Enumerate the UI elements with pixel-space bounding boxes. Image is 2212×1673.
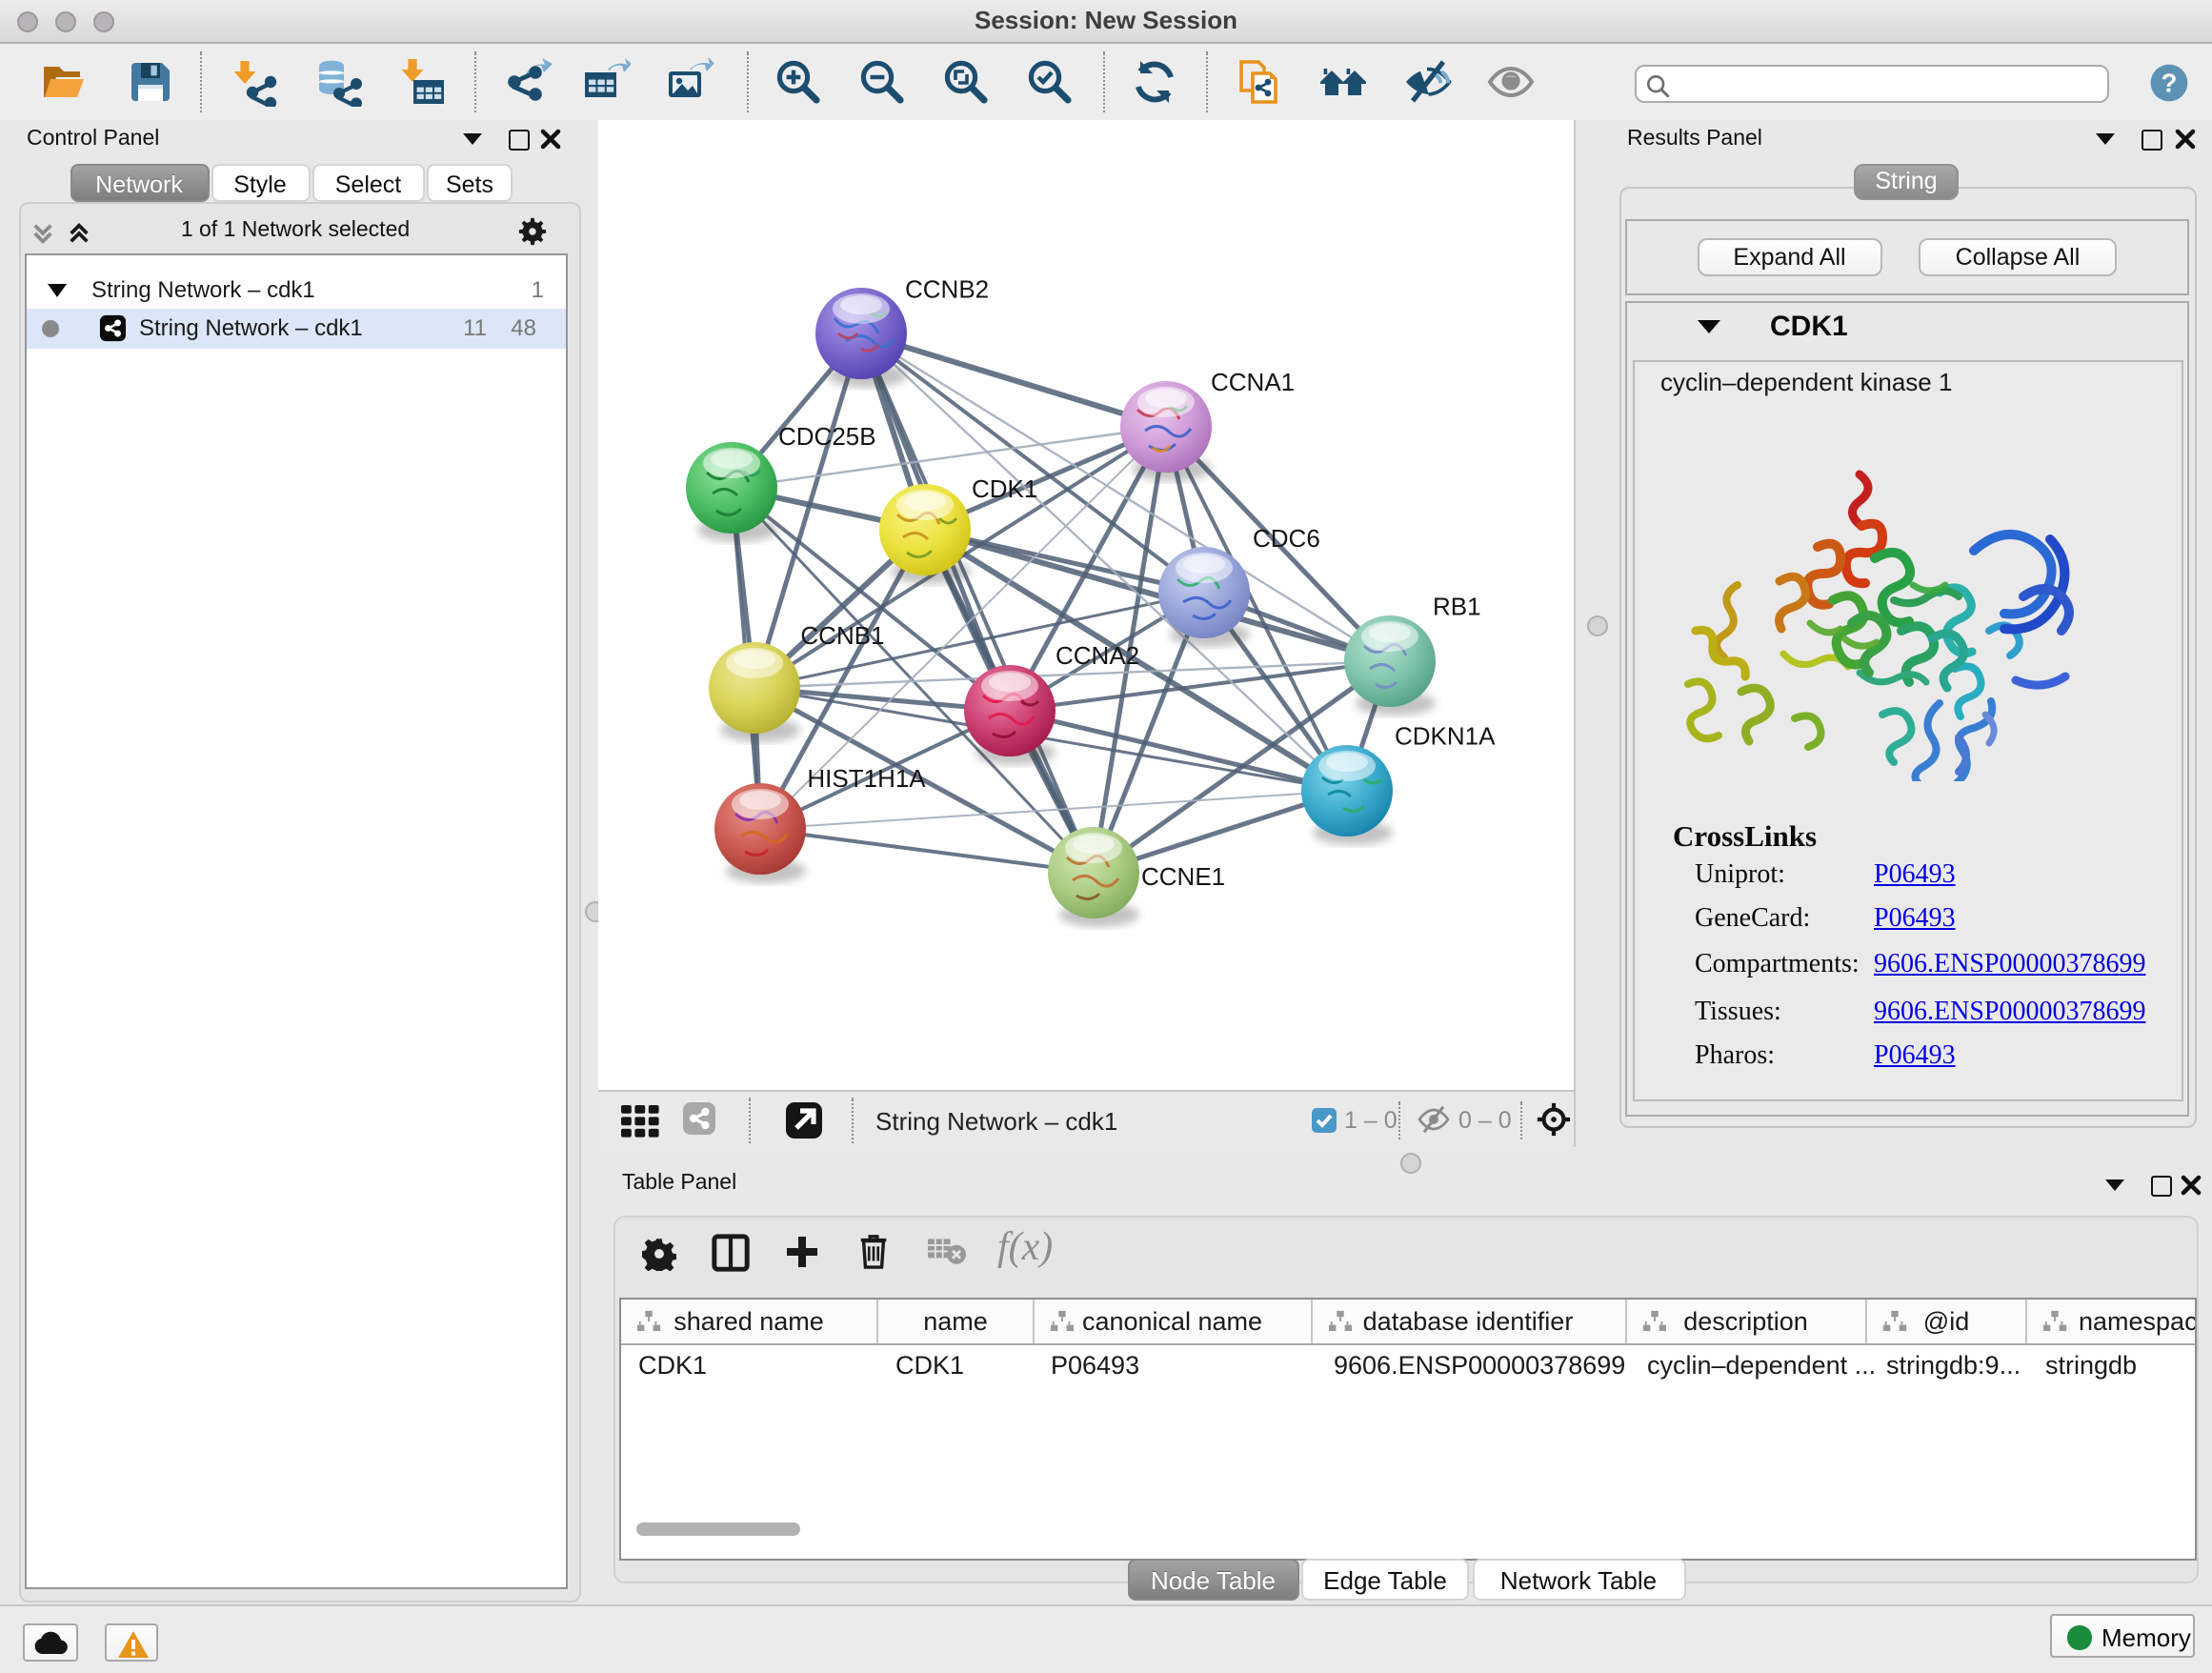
svg-text:CDC6: CDC6 [1252, 523, 1319, 552]
svg-text:CCNB1: CCNB1 [799, 620, 883, 649]
svg-text:CDK1: CDK1 [971, 474, 1036, 502]
svg-text:CCNA1: CCNA1 [1210, 367, 1294, 395]
svg-text:CCNB2: CCNB2 [904, 274, 988, 303]
svg-text:HIST1H1A: HIST1H1A [806, 763, 925, 792]
svg-text:CDC25B: CDC25B [777, 421, 875, 450]
svg-text:?: ? [2162, 69, 2178, 98]
svg-text:CCNE1: CCNE1 [1140, 861, 1224, 890]
svg-text:CDKN1A: CDKN1A [1394, 720, 1495, 749]
svg-text:RB1: RB1 [1432, 591, 1480, 619]
svg-text:CCNA2: CCNA2 [1055, 640, 1138, 669]
